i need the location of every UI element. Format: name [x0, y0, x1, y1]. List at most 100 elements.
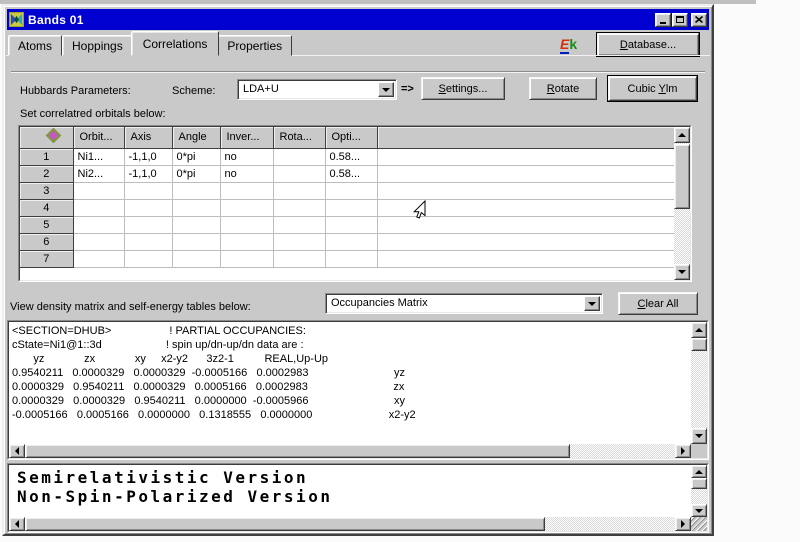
scroll-track[interactable] [691, 338, 707, 428]
maximize-button[interactable] [672, 12, 688, 27]
scroll-down-button[interactable] [691, 504, 707, 517]
row-header[interactable]: 4 [20, 199, 74, 217]
scroll-thumb[interactable] [25, 444, 570, 458]
scroll-up-button[interactable] [691, 322, 707, 338]
scroll-track[interactable] [25, 444, 675, 458]
table-cell[interactable] [273, 250, 326, 268]
scheme-dropdown[interactable]: LDA+U [237, 79, 397, 100]
resize-grip[interactable] [691, 517, 707, 531]
occupancies-vertical-scrollbar[interactable] [691, 322, 707, 444]
table-cell[interactable] [325, 233, 378, 251]
clear-all-button[interactable]: Clear All [618, 292, 698, 315]
orbitals-grid[interactable]: Orbit... Axis Angle Inver... Rota... Opt… [20, 127, 674, 280]
table-cell[interactable] [172, 216, 221, 234]
settings-button[interactable]: Settings... [421, 77, 505, 100]
density-dropdown[interactable]: Occupancies Matrix [325, 293, 603, 314]
column-header-angle[interactable]: Angle [172, 127, 221, 149]
table-cell[interactable] [273, 216, 326, 234]
table-cell[interactable] [73, 182, 125, 200]
table-cell[interactable] [73, 233, 125, 251]
rotate-button[interactable]: Rotate [529, 77, 597, 100]
scroll-thumb[interactable] [674, 144, 690, 209]
table-cell[interactable]: 0.58... [325, 165, 378, 183]
table-cell[interactable]: 0*pi [172, 165, 221, 183]
column-header-axis[interactable]: Axis [124, 127, 173, 149]
scroll-down-button[interactable] [674, 264, 690, 280]
tab-atoms[interactable]: Atoms [8, 35, 63, 56]
row-header[interactable]: 5 [20, 216, 74, 234]
table-cell[interactable] [73, 199, 125, 217]
row-header[interactable]: 1 [20, 148, 74, 166]
table-cell[interactable] [220, 233, 274, 251]
column-header-inversion[interactable]: Inver... [220, 127, 274, 149]
row-header[interactable]: 3 [20, 182, 74, 200]
table-cell[interactable]: 0*pi [172, 148, 221, 166]
table-cell[interactable]: -1,1,0 [124, 165, 173, 183]
versions-text[interactable]: Semirelativistic Version Non-Spin-Polariz… [9, 465, 691, 517]
table-cell[interactable] [73, 216, 125, 234]
table-cell[interactable] [273, 233, 326, 251]
table-cell[interactable]: no [220, 148, 274, 166]
column-header-orbital[interactable]: Orbit... [73, 127, 125, 149]
database-button[interactable]: Database... [597, 33, 699, 56]
table-vertical-scrollbar[interactable] [674, 127, 690, 280]
occupancies-horizontal-scrollbar[interactable] [9, 444, 691, 458]
column-header-rotation[interactable]: Rota... [273, 127, 326, 149]
scroll-right-button[interactable] [675, 444, 691, 458]
scroll-right-button[interactable] [675, 517, 691, 531]
table-cell[interactable] [124, 199, 173, 217]
table-cell[interactable] [273, 148, 326, 166]
table-cell[interactable] [325, 182, 378, 200]
versions-horizontal-scrollbar[interactable] [9, 517, 691, 531]
row-header[interactable]: 6 [20, 233, 74, 251]
scroll-track[interactable] [674, 143, 690, 264]
close-button[interactable] [691, 12, 707, 27]
table-cell[interactable] [172, 199, 221, 217]
density-dropdown-button[interactable] [584, 296, 600, 311]
table-cell[interactable] [124, 250, 173, 268]
table-cell[interactable] [124, 216, 173, 234]
scroll-thumb[interactable] [691, 338, 707, 351]
table-cell[interactable] [220, 199, 274, 217]
occupancies-text[interactable]: <SECTION=DHUB> ! PARTIAL OCCUPANCIES: cSt… [9, 322, 691, 444]
scroll-up-button[interactable] [674, 127, 690, 143]
table-cell[interactable]: Ni2... [73, 165, 125, 183]
table-cell[interactable] [325, 199, 378, 217]
scroll-track[interactable] [25, 517, 675, 531]
table-cell[interactable]: 0.58... [325, 148, 378, 166]
table-cell[interactable] [172, 182, 221, 200]
table-cell[interactable]: -1,1,0 [124, 148, 173, 166]
table-cell[interactable] [220, 182, 274, 200]
table-cell[interactable] [273, 182, 326, 200]
tab-properties[interactable]: Properties [217, 35, 293, 56]
table-cell[interactable] [73, 250, 125, 268]
scroll-up-button[interactable] [691, 465, 707, 478]
scroll-left-button[interactable] [9, 517, 25, 531]
table-cell[interactable] [172, 233, 221, 251]
column-header-options[interactable]: Opti... [325, 127, 378, 149]
scroll-track[interactable] [691, 478, 707, 504]
versions-vertical-scrollbar[interactable] [691, 465, 707, 517]
table-cell[interactable] [273, 199, 326, 217]
table-cell[interactable]: no [220, 165, 274, 183]
table-cell[interactable] [273, 165, 326, 183]
table-cell[interactable]: Ni1... [73, 148, 125, 166]
scroll-left-button[interactable] [9, 444, 25, 458]
table-cell[interactable] [172, 250, 221, 268]
tab-hoppings[interactable]: Hoppings [62, 35, 133, 56]
cubic-ylm-button[interactable]: Cubic Ylm [608, 76, 697, 101]
row-header[interactable]: 2 [20, 165, 74, 183]
scheme-dropdown-button[interactable] [378, 82, 394, 97]
minimize-button[interactable] [655, 12, 671, 27]
table-cell[interactable] [220, 250, 274, 268]
corner-header[interactable] [20, 127, 74, 149]
scroll-thumb[interactable] [691, 478, 707, 489]
table-cell[interactable] [220, 216, 274, 234]
tab-correlations[interactable]: Correlations [130, 31, 220, 56]
titlebar[interactable]: Bands 01 [7, 9, 709, 30]
scroll-thumb[interactable] [25, 517, 545, 531]
table-cell[interactable] [124, 182, 173, 200]
table-cell[interactable] [325, 250, 378, 268]
scroll-down-button[interactable] [691, 428, 707, 444]
table-cell[interactable] [325, 216, 378, 234]
